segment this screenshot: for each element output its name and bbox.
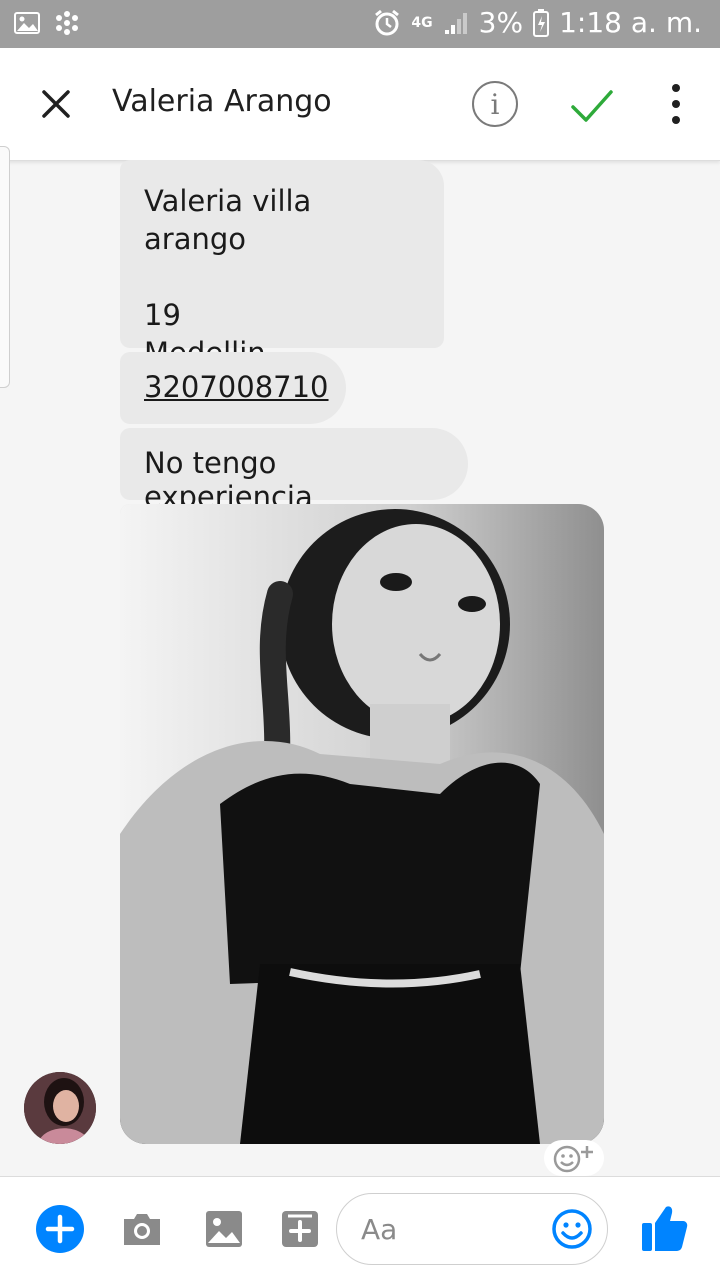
clock: 1:18 a. m. — [559, 6, 702, 39]
status-bar: 4G 3% 1:18 a. m. — [0, 0, 720, 48]
thumbs-up-icon — [642, 1206, 688, 1251]
sticker-icon — [282, 1211, 318, 1247]
photo-image — [120, 504, 604, 1144]
message-input-field[interactable] — [336, 1193, 608, 1265]
emoji-icon — [552, 1209, 592, 1249]
status-right: 4G 3% 1:18 a. m. — [373, 6, 702, 39]
conversation-title: Valeria Arango — [112, 84, 332, 119]
composer-bar — [0, 1176, 720, 1281]
more-vertical-dot — [672, 100, 680, 108]
more-options-button[interactable] — [664, 84, 688, 124]
photo-message[interactable] — [120, 504, 604, 1144]
checkmark-icon — [571, 90, 613, 122]
battery-charging-icon — [533, 8, 550, 37]
emoji-button[interactable] — [551, 1208, 593, 1250]
message-input[interactable] — [359, 1208, 543, 1250]
message-line — [144, 258, 420, 296]
message-bubble-intro[interactable]: Valeria villa arango 19 Medellin — [120, 160, 444, 370]
image-icon — [206, 1211, 242, 1247]
more-vertical-dot — [672, 116, 680, 124]
more-vertical-icon — [672, 84, 680, 92]
chat-header: Valeria Arango i — [0, 48, 720, 161]
add-reaction-icon — [553, 1145, 593, 1173]
avatar-image — [24, 1072, 96, 1144]
close-icon — [42, 90, 70, 118]
message-bubble-phone[interactable]: 3207008710 — [120, 352, 346, 424]
message-line: Valeria villa arango — [144, 184, 312, 256]
gallery-notification-icon — [14, 12, 40, 34]
network-notification-icon — [56, 11, 78, 35]
status-left — [14, 10, 80, 36]
accept-button[interactable] — [568, 82, 616, 130]
info-icon: i — [490, 87, 500, 121]
contact-avatar[interactable] — [24, 1072, 96, 1144]
message-bubble-text[interactable]: No tengo experiencia — [120, 428, 468, 514]
battery-percent: 3% — [478, 6, 524, 39]
camera-icon — [124, 1214, 160, 1245]
phone-link[interactable]: 3207008710 — [144, 370, 329, 404]
message-line: 19 — [144, 298, 181, 332]
more-actions-button[interactable] — [36, 1205, 84, 1253]
camera-button[interactable] — [122, 1209, 162, 1249]
plus-icon — [45, 1214, 75, 1244]
add-reaction-button[interactable] — [544, 1140, 604, 1176]
sticker-button[interactable] — [280, 1209, 320, 1249]
close-button[interactable] — [30, 78, 82, 130]
gallery-button[interactable] — [204, 1209, 244, 1249]
signal-icon — [444, 12, 467, 34]
network-type: 4G — [411, 14, 433, 31]
alarm-icon — [375, 9, 400, 35]
like-button[interactable] — [640, 1203, 688, 1253]
scroll-indicator[interactable] — [0, 146, 10, 388]
info-button[interactable]: i — [472, 81, 518, 127]
